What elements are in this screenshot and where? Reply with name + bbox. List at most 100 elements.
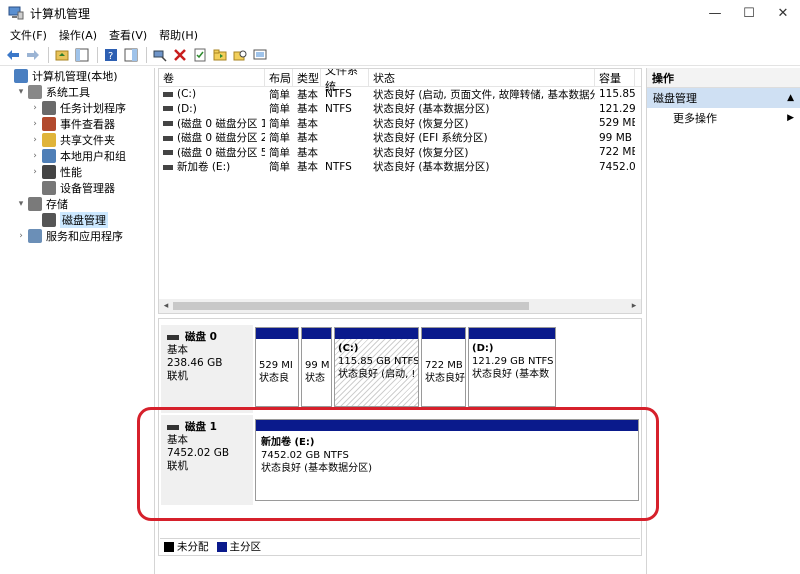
- search-folder-icon[interactable]: [231, 46, 249, 64]
- tree-item[interactable]: 设备管理器: [0, 180, 154, 196]
- volume-icon: [163, 164, 173, 170]
- table-row[interactable]: (C:) 简单 基本 NTFS 状态良好 (启动, 页面文件, 故障转储, 基本数据分区…: [159, 87, 641, 102]
- scrollbar-thumb[interactable]: [173, 302, 529, 310]
- tree-item-label: 任务计划程序: [60, 102, 126, 115]
- collapsed-chevron-icon[interactable]: ›: [30, 151, 40, 161]
- minimize-button[interactable]: —: [698, 0, 732, 26]
- table-row[interactable]: 新加卷 (E:) 简单基本 NTFS 状态良好 (基本数据分区) 7452.02: [159, 160, 641, 175]
- collapsed-chevron-icon[interactable]: ›: [30, 135, 40, 145]
- collapse-up-icon[interactable]: ▲: [787, 93, 794, 103]
- table-row[interactable]: (磁盘 0 磁盘分区 5) 简单 基本 状态良好 (恢复分区) 722 MB: [159, 145, 641, 160]
- tree-item-label: 性能: [60, 166, 82, 179]
- tree-item[interactable]: › 任务计划程序: [0, 100, 154, 116]
- column-header-filesystem[interactable]: 文件系统: [321, 69, 369, 93]
- tree-item[interactable]: › 共享文件夹: [0, 132, 154, 148]
- disk-0-label[interactable]: 磁盘 0 基本 238.46 GB 联机: [161, 325, 253, 413]
- forward-icon[interactable]: [24, 46, 42, 64]
- volume-name: 新加卷 (E:): [177, 161, 231, 174]
- partition-status: 状态良好 (启动, !: [338, 369, 416, 380]
- cell-type: 基本: [297, 161, 318, 174]
- legend-unallocated-swatch: [164, 541, 174, 552]
- checklist-icon[interactable]: [191, 46, 209, 64]
- action-more-actions[interactable]: 更多操作 ▶: [647, 108, 800, 128]
- table-row[interactable]: (D:) 简单 基本 NTFS 状态良好 (基本数据分区) 121.29: [159, 102, 641, 117]
- maximize-button[interactable]: ☐: [732, 0, 766, 26]
- volume-icon: [163, 121, 173, 127]
- volume-name: (磁盘 0 磁盘分区 1): [177, 117, 265, 130]
- table-row[interactable]: (磁盘 0 磁盘分区 2) 简单 基本 状态良好 (EFI 系统分区) 99 MB: [159, 131, 641, 146]
- cell-type: 基本: [297, 132, 318, 145]
- tree-item[interactable]: › 性能: [0, 164, 154, 180]
- cell-layout: 简单: [269, 117, 290, 130]
- computer-management-icon: [8, 6, 24, 20]
- cell-layout: 简单: [269, 103, 290, 116]
- partition-size: 115.85 GB NTFS: [338, 356, 419, 367]
- event-viewer-icon: [42, 117, 56, 131]
- column-header-volume[interactable]: 卷: [159, 69, 265, 86]
- column-header-type[interactable]: 类型: [293, 69, 321, 86]
- partition-bar: [302, 328, 331, 339]
- cell-capacity: 529 MB: [599, 117, 635, 130]
- show-tree-icon[interactable]: [73, 46, 91, 64]
- close-button[interactable]: ✕: [766, 0, 800, 26]
- collapsed-chevron-icon[interactable]: ›: [30, 119, 40, 129]
- display-icon[interactable]: [251, 46, 269, 64]
- partition-size: 722 MB: [425, 360, 463, 371]
- expanded-chevron-icon[interactable]: ▾: [16, 87, 26, 97]
- partition-efi[interactable]: 99 M 状态: [301, 327, 332, 407]
- properties-pane-icon[interactable]: [122, 46, 140, 64]
- folder-open-icon[interactable]: [211, 46, 229, 64]
- horizontal-scrollbar[interactable]: ◂ ▸: [159, 299, 641, 313]
- cell-type: 基本: [297, 103, 318, 116]
- partition-recovery-1[interactable]: 529 MI 状态良: [255, 327, 299, 407]
- partition-recovery-5[interactable]: 722 MB 状态良好: [421, 327, 466, 407]
- partition-name: 新加卷 (E:): [261, 437, 315, 448]
- connect-icon[interactable]: [151, 46, 169, 64]
- table-row[interactable]: (磁盘 0 磁盘分区 1) 简单 基本 状态良好 (恢复分区) 529 MB: [159, 116, 641, 131]
- disk-1-label[interactable]: 磁盘 1 基本 7452.02 GB 联机: [161, 415, 253, 505]
- collapsed-chevron-icon[interactable]: ›: [30, 167, 40, 177]
- up-icon[interactable]: [53, 46, 71, 64]
- column-header-capacity[interactable]: 容量: [595, 69, 635, 86]
- tools-icon: [28, 85, 42, 99]
- partition-d[interactable]: (D:) 121.29 GB NTFS 状态良好 (基本数: [468, 327, 556, 407]
- tree-item[interactable]: › 服务和应用程序: [0, 228, 154, 244]
- disk-status: 联机: [167, 460, 188, 472]
- actions-section-disk-management[interactable]: 磁盘管理 ▲: [647, 88, 800, 108]
- disk-size: 238.46 GB: [167, 357, 223, 369]
- collapsed-chevron-icon[interactable]: ›: [30, 103, 40, 113]
- column-header-layout[interactable]: 布局: [265, 69, 293, 86]
- partition-status: 状态良好 (基本数: [472, 369, 550, 380]
- partition-bar: [335, 328, 418, 339]
- delete-icon[interactable]: [171, 46, 189, 64]
- legend-primary-swatch: [216, 541, 227, 552]
- tree-item[interactable]: › 本地用户和组: [0, 148, 154, 164]
- scroll-right-icon[interactable]: ▸: [627, 299, 641, 313]
- tree-item[interactable]: 磁盘管理: [0, 212, 154, 228]
- cell-status: 状态良好 (启动, 页面文件, 故障转储, 基本数据分区): [373, 88, 595, 101]
- partition-bar: [469, 328, 555, 339]
- scroll-left-icon[interactable]: ◂: [159, 299, 173, 313]
- back-icon[interactable]: [4, 46, 22, 64]
- submenu-arrow-icon: ▶: [787, 113, 794, 123]
- expanded-chevron-icon[interactable]: ▾: [16, 199, 26, 209]
- tree-item[interactable]: 计算机管理(本地): [0, 68, 154, 84]
- partition-e[interactable]: 新加卷 (E:) 7452.02 GB NTFS 状态良好 (基本数据分区): [255, 419, 639, 501]
- tree-item[interactable]: ▾ 系统工具: [0, 84, 154, 100]
- help-icon[interactable]: ?: [102, 46, 120, 64]
- partition-c[interactable]: (C:) 115.85 GB NTFS 状态良好 (启动, !: [334, 327, 419, 407]
- menu-view[interactable]: 查看(V): [103, 27, 153, 43]
- column-header-status[interactable]: 状态: [369, 69, 595, 86]
- tree-item[interactable]: ▾ 存储: [0, 196, 154, 212]
- menu-action[interactable]: 操作(A): [53, 27, 103, 43]
- cell-capacity: 722 MB: [599, 146, 635, 159]
- menu-file[interactable]: 文件(F): [4, 27, 53, 43]
- tree-item[interactable]: › 事件查看器: [0, 116, 154, 132]
- volume-icon: [163, 106, 173, 112]
- collapsed-chevron-icon[interactable]: ›: [16, 231, 26, 241]
- partition-name: (D:): [472, 343, 494, 354]
- menu-help[interactable]: 帮助(H): [153, 27, 204, 43]
- disk-size: 7452.02 GB: [167, 447, 230, 459]
- tree-item-label: 存储: [46, 198, 68, 211]
- cell-filesystem: NTFS: [325, 160, 352, 173]
